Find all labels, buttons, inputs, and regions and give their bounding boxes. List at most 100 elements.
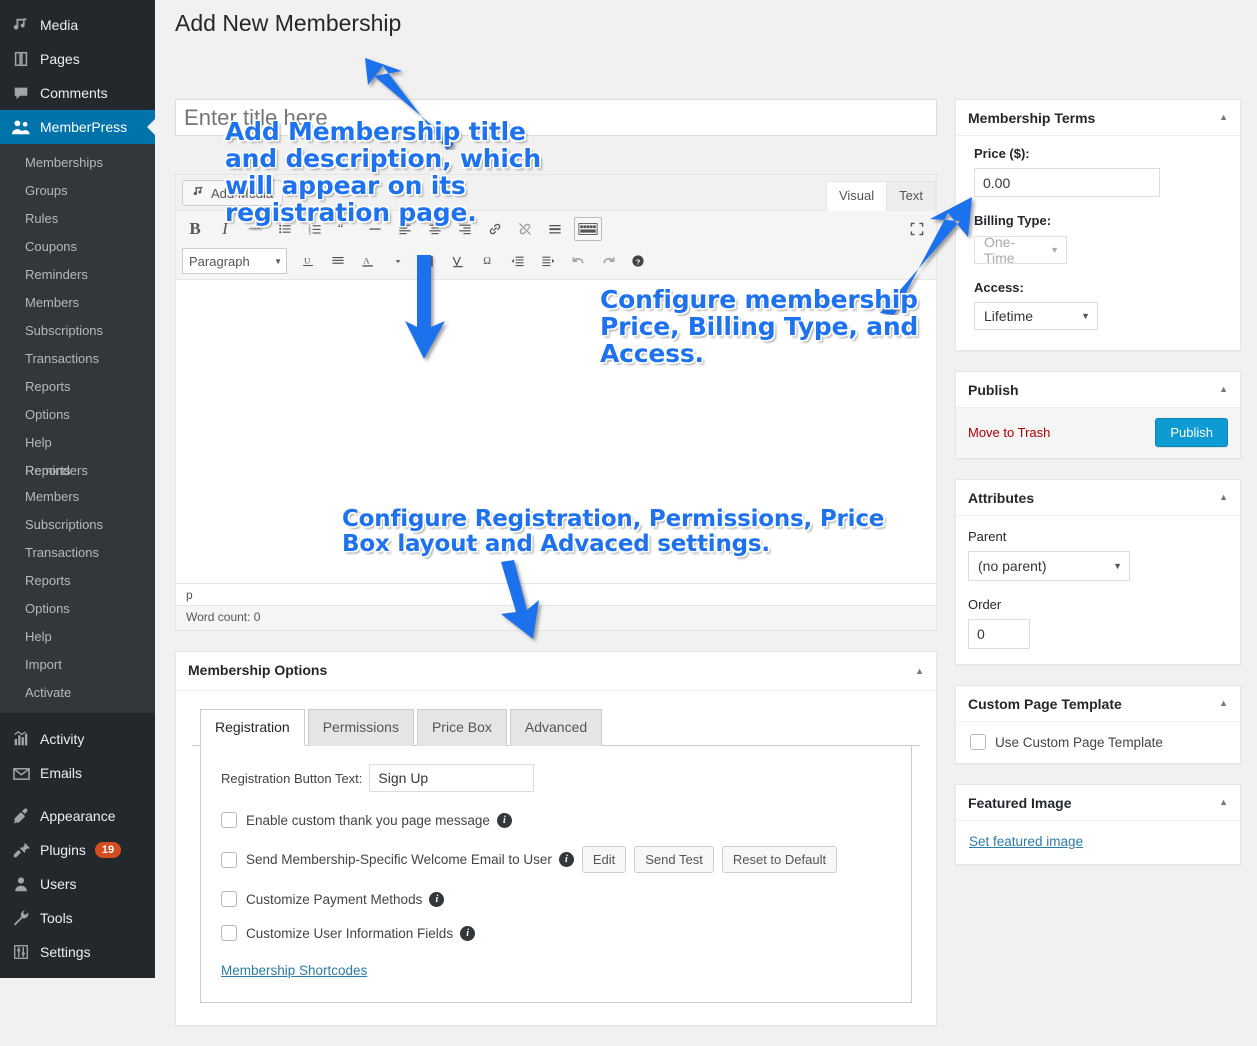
sidebar-item-comments[interactable]: Comments: [0, 76, 155, 110]
tab-permissions[interactable]: Permissions: [307, 709, 414, 747]
sidebar-item-emails[interactable]: Emails: [0, 756, 155, 790]
undo-icon[interactable]: [563, 247, 593, 275]
customize-payment-methods-checkbox[interactable]: [221, 891, 237, 908]
chevron-up-icon[interactable]: ▲: [1219, 798, 1228, 807]
submenu-item-reports[interactable]: Reports: [0, 373, 155, 401]
set-featured-image-link[interactable]: Set featured image: [969, 834, 1083, 849]
sidebar-item-partial-top[interactable]: [0, 0, 155, 8]
tab-visual[interactable]: Visual: [825, 181, 888, 211]
align-center-icon[interactable]: [420, 215, 450, 243]
tab-registration[interactable]: Registration: [200, 709, 305, 747]
submenu-item-transactions[interactable]: Transactions: [0, 345, 155, 373]
align-left-icon[interactable]: [390, 215, 420, 243]
insert-read-more-icon[interactable]: [540, 215, 570, 243]
help-icon[interactable]: ?: [623, 247, 653, 275]
text-color-icon[interactable]: A: [353, 247, 383, 275]
sidebar-item-activity[interactable]: Activity: [0, 722, 155, 756]
registration-button-text-input[interactable]: [369, 764, 535, 793]
insert-link-icon[interactable]: [480, 215, 510, 243]
paste-as-text-icon[interactable]: [413, 247, 443, 275]
submenu-item-reminders[interactable]: Reminders: [0, 261, 155, 289]
tab-price-box[interactable]: Price Box: [416, 709, 507, 747]
outdent-icon[interactable]: [503, 247, 533, 275]
publish-button[interactable]: Publish: [1155, 418, 1228, 447]
submenu-item-memberships[interactable]: Memberships: [0, 149, 155, 177]
send-welcome-email-checkbox[interactable]: [221, 851, 237, 868]
remove-link-icon[interactable]: [510, 215, 540, 243]
submenu-item-members-2[interactable]: Members: [0, 483, 155, 511]
info-icon[interactable]: i: [496, 812, 512, 828]
customize-user-information-fields-checkbox[interactable]: [221, 925, 237, 942]
sidebar-item-tools[interactable]: Tools: [0, 901, 155, 935]
italic-icon[interactable]: I: [210, 215, 240, 243]
submenu-item-transactions-2[interactable]: Transactions: [0, 539, 155, 567]
indent-icon[interactable]: [533, 247, 563, 275]
submenu-item-groups[interactable]: Groups: [0, 177, 155, 205]
numbered-list-icon[interactable]: 123: [300, 215, 330, 243]
move-to-trash-link[interactable]: Move to Trash: [968, 425, 1050, 440]
membership-shortcodes-link[interactable]: Membership Shortcodes: [221, 963, 367, 978]
publish-header[interactable]: Publish ▲: [956, 372, 1240, 408]
submenu-item-options-2[interactable]: Options: [0, 595, 155, 623]
sidebar-item-appearance[interactable]: Appearance: [0, 799, 155, 833]
access-select[interactable]: Lifetime ▼: [974, 302, 1098, 330]
clear-formatting-icon[interactable]: [443, 247, 473, 275]
custom-page-template-header[interactable]: Custom Page Template ▲: [956, 686, 1240, 722]
submenu-item-activate[interactable]: Activate: [0, 679, 155, 707]
edit-welcome-email-button[interactable]: Edit: [581, 846, 627, 874]
send-test-email-button[interactable]: Send Test: [634, 846, 714, 874]
chevron-up-icon[interactable]: ▲: [915, 666, 924, 676]
order-input[interactable]: [968, 619, 1030, 649]
membership-terms-header[interactable]: Membership Terms ▲: [956, 100, 1240, 136]
info-icon[interactable]: i: [460, 925, 476, 941]
chevron-up-icon[interactable]: ▲: [1219, 113, 1228, 122]
submenu-item-coupons[interactable]: Coupons: [0, 233, 155, 261]
membership-options-header[interactable]: Membership Options ▲: [176, 652, 936, 691]
attributes-header[interactable]: Attributes ▲: [956, 480, 1240, 516]
reset-to-default-button[interactable]: Reset to Default: [721, 846, 838, 874]
submenu-item-members[interactable]: Members: [0, 289, 155, 317]
submenu-item-subscriptions-2[interactable]: Subscriptions: [0, 511, 155, 539]
submenu-item-rules[interactable]: Rules: [0, 205, 155, 233]
submenu-item-options[interactable]: Options: [0, 401, 155, 429]
submenu-item-help[interactable]: Help: [0, 429, 155, 457]
paragraph-format-select[interactable]: Paragraph ▼: [182, 248, 287, 274]
color-dropdown-icon[interactable]: [383, 247, 413, 275]
submenu-item-import[interactable]: Import: [0, 651, 155, 679]
bold-icon[interactable]: B: [180, 215, 210, 243]
justify-icon[interactable]: [323, 247, 353, 275]
editor-content-canvas[interactable]: [176, 280, 936, 583]
keyboard-shortcuts-icon[interactable]: [574, 217, 602, 241]
submenu-item-reports-2[interactable]: Reports: [0, 567, 155, 595]
parent-select[interactable]: (no parent) ▼: [968, 551, 1130, 581]
sidebar-item-settings[interactable]: Settings: [0, 935, 155, 969]
bulleted-list-icon[interactable]: [270, 215, 300, 243]
use-custom-page-template-checkbox[interactable]: [970, 734, 986, 750]
horizontal-rule-icon[interactable]: [360, 215, 390, 243]
align-right-icon[interactable]: [450, 215, 480, 243]
tab-advanced[interactable]: Advanced: [509, 709, 603, 747]
add-media-button[interactable]: Add Media: [182, 180, 284, 206]
chevron-up-icon[interactable]: ▲: [1219, 493, 1228, 502]
strikethrough-icon[interactable]: ABC: [240, 215, 270, 243]
sidebar-item-media[interactable]: Media: [0, 8, 155, 42]
price-input[interactable]: [974, 168, 1160, 197]
sidebar-item-users[interactable]: Users: [0, 867, 155, 901]
blockquote-icon[interactable]: “: [330, 215, 360, 243]
fullscreen-icon[interactable]: [902, 215, 932, 243]
info-icon[interactable]: i: [558, 852, 574, 868]
tab-text[interactable]: Text: [886, 181, 936, 211]
chevron-up-icon[interactable]: ▲: [1219, 385, 1228, 394]
submenu-item-reminders-overlap[interactable]: Reminders: [0, 457, 155, 485]
chevron-up-icon[interactable]: ▲: [1219, 699, 1228, 708]
post-title-input[interactable]: [175, 99, 937, 136]
enable-custom-thank-you-checkbox[interactable]: [221, 812, 237, 829]
redo-icon[interactable]: [593, 247, 623, 275]
sidebar-item-pages[interactable]: Pages: [0, 42, 155, 76]
sidebar-item-memberpress[interactable]: MemberPress: [0, 110, 155, 144]
sidebar-item-plugins[interactable]: Plugins 19: [0, 833, 155, 867]
underline-icon[interactable]: U: [293, 247, 323, 275]
featured-image-header[interactable]: Featured Image ▲: [956, 785, 1240, 821]
submenu-item-help-2[interactable]: Help: [0, 623, 155, 651]
submenu-item-subscriptions[interactable]: Subscriptions: [0, 317, 155, 345]
